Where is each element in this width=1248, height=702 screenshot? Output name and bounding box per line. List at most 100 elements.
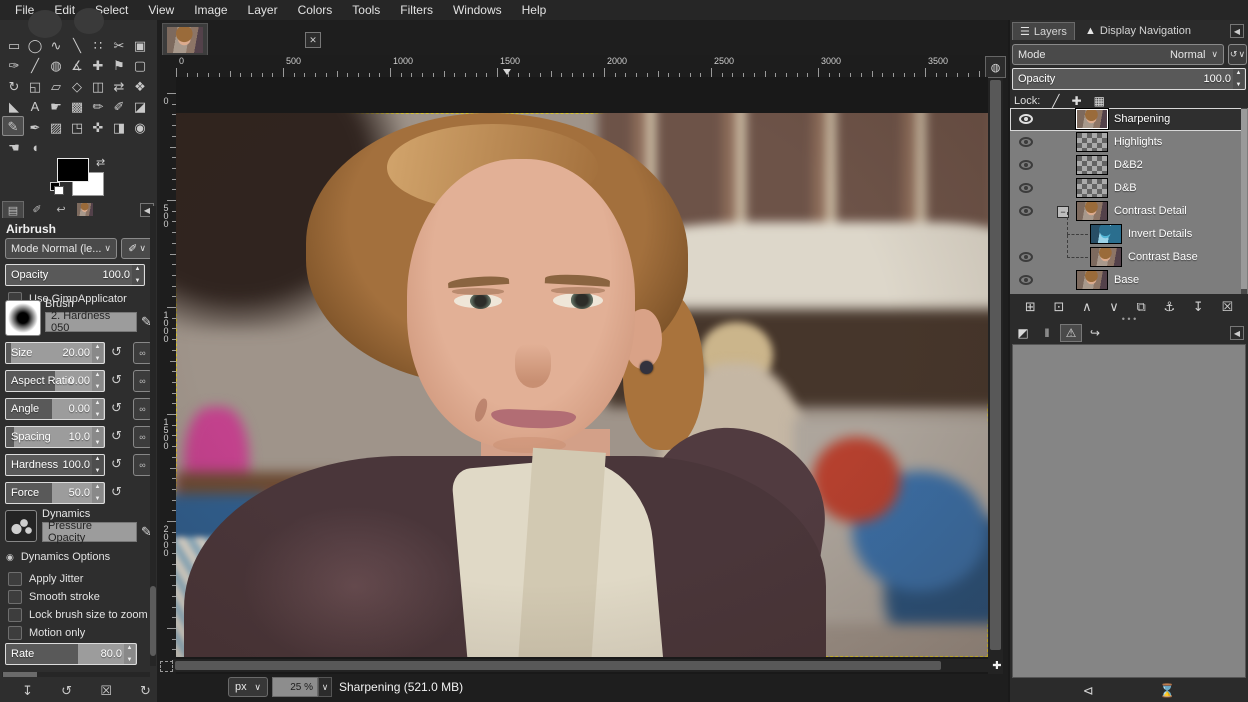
spinner[interactable]: ▲▼ — [132, 265, 143, 285]
error-console-tab[interactable]: ⚠ — [1060, 324, 1082, 342]
close-image-icon[interactable]: ✕ — [305, 32, 321, 48]
reset-slider-icon[interactable]: ↺ — [111, 344, 122, 360]
reset-slider-icon[interactable]: ↺ — [111, 400, 122, 416]
aspect-ratio-slider[interactable]: Aspect Ratio0.00▲▼ — [5, 370, 105, 392]
scale-tool[interactable]: ◱ — [25, 77, 45, 95]
smudge-tool[interactable]: ☚ — [4, 139, 24, 157]
new-layer-button[interactable]: ⊞ — [1025, 299, 1036, 315]
scissors-select-tool[interactable]: ✂ — [109, 36, 129, 54]
menu-tools[interactable]: Tools — [343, 1, 389, 19]
clear-errors-button[interactable]: ⊲ — [1083, 683, 1094, 699]
layer-thumbnail[interactable] — [1076, 178, 1108, 198]
motion-only-checkbox-row[interactable]: Motion only — [8, 626, 85, 640]
free-select-tool[interactable]: ∿ — [46, 36, 66, 54]
layer-opacity-slider[interactable]: Opacity 100.0 ▲▼ — [1012, 68, 1246, 90]
reset-tool-button[interactable]: ↻ — [140, 683, 151, 699]
navigation-preview-button[interactable]: ✚ — [990, 659, 1004, 672]
reset-slider-icon[interactable]: ↺ — [111, 484, 122, 500]
raise-layer-button[interactable]: ∧ — [1082, 299, 1092, 315]
mode-options-button[interactable]: ✐ ∨ — [121, 238, 153, 259]
new-layer-group-button[interactable]: ⊡ — [1053, 299, 1064, 315]
spinner[interactable]: ▲▼ — [124, 644, 135, 664]
menu-help[interactable]: Help — [513, 1, 556, 19]
bucket-fill-tool[interactable]: ◣ — [4, 98, 24, 116]
layer-row-d-b[interactable]: D&B — [1010, 177, 1242, 200]
zoom-follow-window-button[interactable]: ◍ — [985, 56, 1006, 78]
undo-history-tab[interactable]: ↩ — [50, 201, 72, 218]
brush-preview[interactable] — [5, 300, 41, 336]
fuzzy-select-tool[interactable]: ╲ — [67, 36, 87, 54]
perspective-tool[interactable]: ◇ — [67, 77, 87, 95]
warp-transform-tool[interactable]: ☛ — [46, 98, 66, 116]
device-status-tab[interactable]: ✐ — [26, 201, 48, 218]
foreground-select-tool[interactable]: ▣ — [130, 36, 150, 54]
pencil-tool[interactable]: ✏ — [88, 98, 108, 116]
measure-tool[interactable]: ∡ — [67, 57, 87, 75]
dock-collapse-button[interactable]: ◀ — [1230, 326, 1244, 340]
lock-position-icon[interactable]: ✚ — [1072, 94, 1082, 108]
layer-row-sharpening[interactable]: Sharpening — [1010, 108, 1242, 131]
mode-switch-button[interactable]: ↺ ∨ — [1228, 44, 1247, 65]
gradient-tool[interactable]: ▩ — [67, 98, 87, 116]
spinner[interactable]: ▲▼ — [92, 483, 103, 503]
merge-down-button[interactable]: ↧ — [1193, 299, 1204, 315]
image-tab[interactable] — [74, 201, 96, 218]
reset-slider-icon[interactable]: ↺ — [111, 456, 122, 472]
vertical-scrollbar[interactable] — [988, 78, 1003, 678]
restore-preset-button[interactable]: ↺ — [61, 683, 72, 699]
lock-pixels-icon[interactable]: ╱ — [1052, 94, 1059, 108]
rotate-tool[interactable]: ↻ — [4, 77, 24, 95]
hardness-slider[interactable]: Hardness100.0▲▼ — [5, 454, 105, 476]
ink-tool[interactable]: ✒ — [25, 118, 45, 136]
selection-editor-tab[interactable]: ↪ — [1084, 324, 1106, 342]
foreground-color-swatch[interactable] — [57, 158, 89, 182]
menu-view[interactable]: View — [139, 1, 183, 19]
visibility-eye-icon[interactable] — [1019, 114, 1033, 124]
blur-sharpen-tool[interactable]: ◉ — [130, 118, 150, 136]
spinner[interactable]: ▲▼ — [92, 371, 103, 391]
tab-layers[interactable]: ☰Layers — [1012, 22, 1075, 40]
visibility-eye-icon[interactable] — [1019, 275, 1033, 285]
menu-filters[interactable]: Filters — [391, 1, 442, 19]
delete-layer-button[interactable]: ☒ — [1221, 299, 1233, 315]
layer-row-invert-details[interactable]: Invert Details — [1010, 223, 1242, 246]
visibility-eye-icon[interactable] — [1019, 137, 1033, 147]
vertical-ruler[interactable]: 0500100015002000 — [160, 77, 177, 679]
image-tab[interactable] — [162, 23, 208, 57]
delete-preset-button[interactable]: ☒ — [100, 683, 112, 699]
mypaint-brush-tool[interactable]: ▨ — [46, 118, 66, 136]
text-tool[interactable]: A — [25, 98, 45, 116]
spinner[interactable]: ▲▼ — [92, 399, 103, 419]
duplicate-layer-button[interactable]: ⧉ — [1137, 299, 1146, 315]
layer-thumbnail[interactable] — [1076, 270, 1108, 290]
layer-thumbnail[interactable] — [1076, 155, 1108, 175]
spinner[interactable]: ▲▼ — [1233, 69, 1244, 89]
ellipse-select-tool[interactable]: ◯ — [25, 36, 45, 54]
menu-colors[interactable]: Colors — [289, 1, 342, 19]
visibility-eye-icon[interactable] — [1019, 206, 1033, 216]
visibility-eye-icon[interactable] — [1019, 160, 1033, 170]
tool-options-tab[interactable]: ▤ — [2, 201, 24, 218]
rectangle-select-tool[interactable]: ▭ — [4, 36, 24, 54]
layer-thumbnail[interactable] — [1090, 247, 1122, 267]
dynamics-options-expander[interactable]: ◉ Dynamics Options — [6, 551, 110, 563]
tab-display-navigation[interactable]: ▲Display Navigation — [1078, 22, 1198, 40]
paintbrush-tool[interactable]: ✐ — [109, 98, 129, 116]
spinner[interactable]: ▲▼ — [92, 455, 103, 475]
save-preset-button[interactable]: ↧ — [22, 683, 33, 699]
select-by-color-tool[interactable]: ∷ — [88, 36, 108, 54]
layer-thumbnail[interactable] — [1076, 132, 1108, 152]
histogram-tab[interactable]: ◩ — [1012, 324, 1034, 342]
dock-splitter[interactable]: • • • — [1010, 317, 1248, 324]
zoom-dropdown-chevron[interactable]: ∨ — [318, 677, 332, 697]
horizontal-ruler[interactable]: 0500100015002000250030003500 — [160, 55, 1005, 78]
zoom-level-field[interactable]: 25 % — [272, 677, 318, 697]
layer-list-scrollbar[interactable] — [1241, 108, 1247, 294]
layer-mode-dropdown[interactable]: Mode Normal ∨ — [1012, 44, 1224, 65]
layer-row-base[interactable]: Base — [1010, 269, 1242, 292]
rate-slider[interactable]: Rate 80.0 ▲▼ — [5, 643, 137, 665]
brush-name-field[interactable]: 2. Hardness 050 — [45, 312, 137, 332]
menu-layer[interactable]: Layer — [239, 1, 287, 19]
align-tool[interactable]: ⚑ — [109, 57, 129, 75]
lock-alpha-icon[interactable]: ▦ — [1094, 94, 1105, 108]
